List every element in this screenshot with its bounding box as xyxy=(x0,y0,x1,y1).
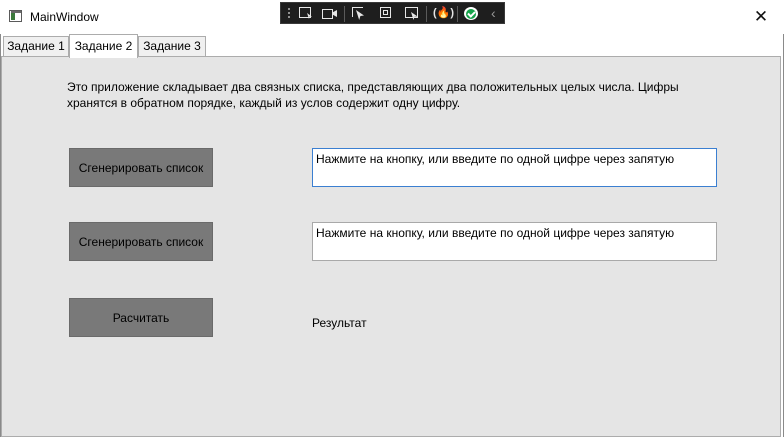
generate-list-2-button[interactable]: Сгенерировать список xyxy=(69,222,213,261)
collapse-chevron-icon[interactable]: ‹ xyxy=(491,6,505,20)
result-label: Результат xyxy=(312,316,367,330)
select-element-icon[interactable] xyxy=(299,7,313,20)
tab-zadanie-1[interactable]: Задание 1 xyxy=(3,36,69,56)
app-window-icon xyxy=(9,10,22,22)
toolbar-separator xyxy=(457,6,458,22)
list-2-input[interactable]: Нажмите на кнопку, или введите по одной … xyxy=(312,222,717,261)
tab-zadanie-3[interactable]: Задание 3 xyxy=(138,36,206,56)
close-button[interactable]: ✕ xyxy=(738,0,784,34)
hot-reload-status-icon[interactable] xyxy=(464,7,478,20)
track-focus-icon[interactable] xyxy=(380,7,394,20)
toolbar-separator xyxy=(426,6,427,22)
hot-reload-icon[interactable]: (🔥) xyxy=(433,7,454,20)
display-layout-adorners-icon[interactable] xyxy=(352,7,366,20)
live-visual-tree-icon[interactable] xyxy=(322,7,336,20)
tab-strip: Задание 1 Задание 2 Задание 3 xyxy=(0,34,784,58)
window-title: MainWindow xyxy=(30,10,99,24)
generate-list-1-button[interactable]: Сгенерировать список xyxy=(69,148,213,187)
list-1-input[interactable]: Нажмите на кнопку, или введите по одной … xyxy=(312,148,717,187)
drag-grip-icon[interactable] xyxy=(287,7,291,20)
preview-selection-icon[interactable] xyxy=(405,7,419,20)
dev-toolbar: (🔥) ‹ xyxy=(280,2,505,24)
tab-zadanie-2[interactable]: Задание 2 xyxy=(69,34,138,58)
calculate-button[interactable]: Расчитать xyxy=(69,298,213,337)
toolbar-separator xyxy=(344,6,345,22)
task-description: Это приложение складывает два связных сп… xyxy=(67,80,679,110)
